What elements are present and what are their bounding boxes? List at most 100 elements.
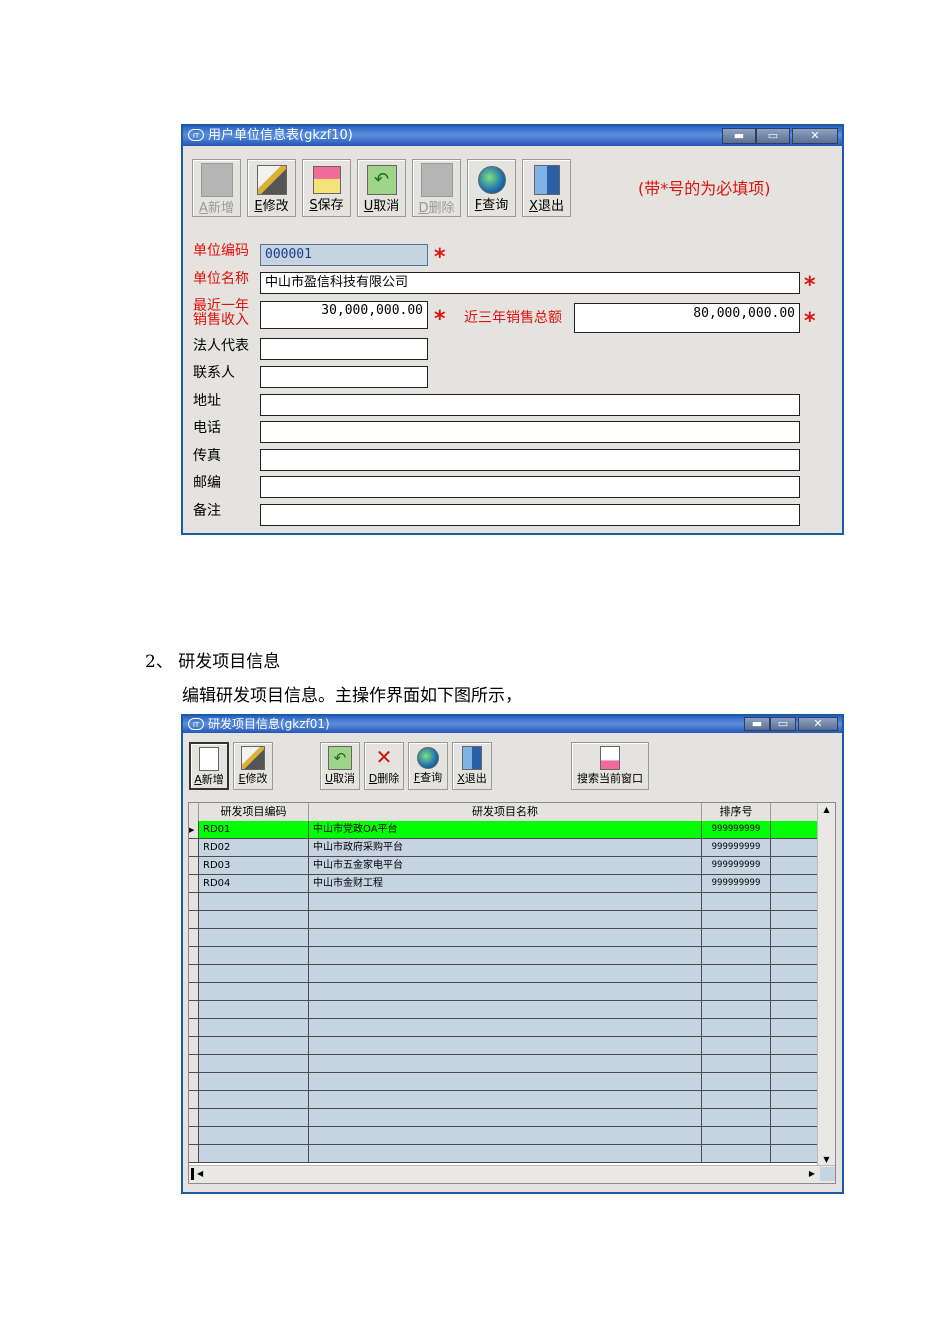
cell-name: 中山市金财工程 [309,875,702,892]
edit-label: 修改 [262,199,289,214]
cell-code: RD02 [199,839,309,856]
address-field[interactable] [260,394,800,416]
cell-extra [771,1037,819,1054]
row-indicator [189,1037,199,1054]
edit-button[interactable]: E修改 [247,159,296,217]
delete-button[interactable]: ✕ D删除 [364,742,404,790]
cell-code: RD03 [199,857,309,874]
query-button[interactable]: F查询 [408,742,448,790]
save-button[interactable]: S保存 [302,159,351,217]
table-row[interactable]: RD04 中山市金财工程 999999999 [189,875,820,893]
cell-name: 中山市五金家电平台 [309,857,702,874]
vertical-scrollbar[interactable]: ▲ ▼ [817,803,835,1167]
query-button[interactable]: F查询 [467,159,516,217]
empty-table-row[interactable] [189,929,820,947]
horizontal-scrollbar[interactable]: ◀ ▶ [189,1165,835,1183]
three-year-sales-label: 近三年销售总额 [464,310,562,326]
column-header-name[interactable]: 研发项目名称 [309,803,702,821]
unit-name-field[interactable]: 中山市盈信科技有限公司 [260,272,800,294]
empty-table-row[interactable] [189,947,820,965]
unit-code-field[interactable]: 000001 [260,244,428,266]
empty-table-row[interactable] [189,1073,820,1091]
table-row[interactable]: ▶ RD01 中山市党政OA平台 999999999 [189,821,820,839]
delete-button[interactable]: D删除 [412,159,461,217]
cell-extra [771,1127,819,1144]
cell-extra [771,983,819,1000]
address-label: 地址 [193,393,221,409]
minimize-button[interactable]: ▬ [744,717,770,731]
rd-project-grid[interactable]: 研发项目编码 研发项目名称 排序号 ▶ RD01 中山市党政OA平台 99999999… [188,802,836,1184]
row-indicator [189,1001,199,1018]
empty-table-row[interactable] [189,1055,820,1073]
exit-button[interactable]: X退出 [452,742,492,790]
app-logo-icon: IT [188,718,204,730]
cell-extra [771,857,819,874]
phone-field[interactable] [260,421,800,443]
search-window-button[interactable]: 搜索当前窗口 [571,742,649,790]
add-button[interactable]: A新增 [189,742,229,790]
empty-table-row[interactable] [189,911,820,929]
required-star: * [434,307,446,332]
empty-table-row[interactable] [189,1109,820,1127]
row-indicator [189,839,199,856]
empty-table-row[interactable] [189,1037,820,1055]
fax-label: 传真 [193,448,221,464]
delete-icon [420,163,453,197]
edit-label: 修改 [245,772,268,785]
remark-label: 备注 [193,503,221,519]
rd-project-titlebar[interactable]: IT 研发项目信息(gkzf01) ▬ ▭ ✕ [183,716,842,733]
column-header-code[interactable]: 研发项目编码 [199,803,309,821]
table-row[interactable]: RD03 中山市五金家电平台 999999999 [189,857,820,875]
add-button[interactable]: A新增 [192,159,241,217]
contact-field[interactable] [260,366,428,388]
cell-extra [771,947,819,964]
postcode-label: 邮编 [193,475,221,491]
last-year-sales-field[interactable]: 30,000,000.00 [260,301,428,329]
empty-table-row[interactable] [189,1001,820,1019]
query-label: 查询 [482,198,509,213]
cell-extra [771,893,819,910]
cell-code: RD04 [199,875,309,892]
fax-field[interactable] [260,449,800,471]
row-indicator: ▶ [189,821,199,838]
exit-button[interactable]: X退出 [522,159,571,217]
legal-rep-label: 法人代表 [193,338,249,354]
cancel-button[interactable]: ↶ U取消 [357,159,406,217]
scroll-left-arrow-icon[interactable]: ◀ [197,1166,203,1182]
three-year-sales-field[interactable]: 80,000,000.00 [574,303,800,333]
empty-table-row[interactable] [189,965,820,983]
scroll-up-arrow-icon[interactable]: ▲ [818,803,835,817]
current-row-arrow-icon: ▶ [189,826,195,834]
empty-table-row[interactable] [189,1145,820,1163]
legal-rep-field[interactable] [260,338,428,360]
close-button[interactable]: ✕ [792,128,838,144]
postcode-field[interactable] [260,476,800,498]
cell-name: 中山市党政OA平台 [309,821,702,838]
empty-table-row[interactable] [189,1127,820,1145]
row-indicator [189,983,199,1000]
save-label: 保存 [317,198,344,213]
undo-arrow-icon: ↶ [366,165,397,195]
required-star: * [804,309,816,334]
new-doc-icon [200,163,233,197]
scroll-right-arrow-icon[interactable]: ▶ [809,1166,815,1182]
add-label: 新增 [201,773,224,786]
table-row[interactable]: RD02 中山市政府采购平台 999999999 [189,839,820,857]
remark-field[interactable] [260,504,800,526]
cell-extra [771,1091,819,1108]
minimize-button[interactable]: ▬ [722,128,756,144]
undo-arrow-icon: ↶ [328,746,352,770]
empty-table-row[interactable] [189,1019,820,1037]
unit-info-titlebar[interactable]: IT 用户单位信息表(gkzf10) ▬ ▭ ✕ [183,126,842,146]
empty-table-row[interactable] [189,983,820,1001]
column-header-order[interactable]: 排序号 [702,803,771,821]
empty-table-row[interactable] [189,893,820,911]
maximize-button[interactable]: ▭ [756,128,790,144]
edit-button[interactable]: E修改 [233,742,273,790]
cancel-button[interactable]: ↶ U取消 [320,742,360,790]
maximize-button[interactable]: ▭ [770,717,796,731]
cell-order: 999999999 [702,839,771,856]
close-button[interactable]: ✕ [798,717,838,731]
delete-label: 删除 [377,772,400,785]
empty-table-row[interactable] [189,1091,820,1109]
